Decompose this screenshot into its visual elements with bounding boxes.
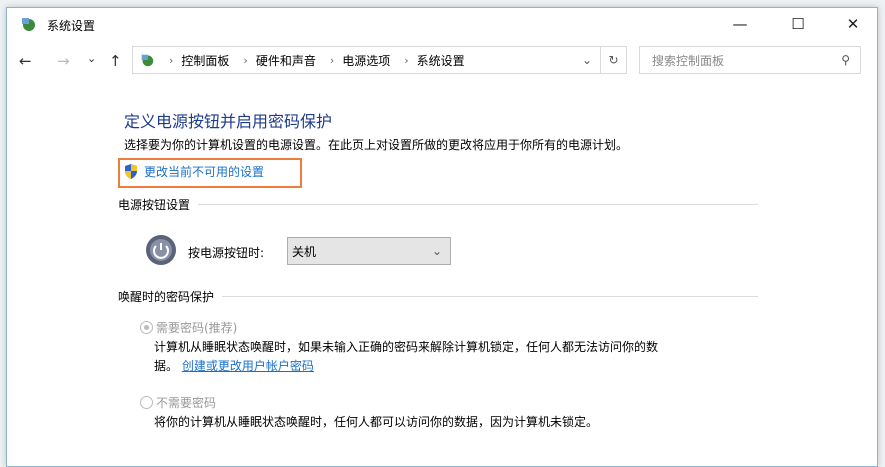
no-password-option[interactable]: 不需要密码 xyxy=(140,394,216,411)
radio-no-password[interactable] xyxy=(140,396,153,409)
up-button[interactable]: ↑ xyxy=(109,52,122,70)
power-icon xyxy=(146,235,176,265)
close-button[interactable]: ✕ xyxy=(830,8,876,40)
recent-locations-button[interactable]: ⌄ xyxy=(87,52,96,65)
forward-button[interactable]: → xyxy=(57,52,70,70)
breadcrumb-control-panel[interactable]: 控制面板 xyxy=(181,52,229,69)
maximize-button[interactable]: ☐ xyxy=(775,8,821,40)
power-button-section: 电源按钮设置 xyxy=(118,196,758,213)
require-password-description: 计算机从睡眠状态唤醒时，如果未输入正确的密码来解除计算机锁定，任何人都无法访问你… xyxy=(154,340,659,354)
control-panel-icon xyxy=(141,54,154,67)
address-bar[interactable]: › 控制面板 › 硬件和声音 › 电源选项 › 系统设置 ⌄ ↻ xyxy=(132,46,627,74)
page-title: 定义电源按钮并启用密码保护 xyxy=(124,112,333,131)
page-description: 选择要为你的计算机设置的电源设置。在此页上对设置所做的更改将应用于你所有的电源计… xyxy=(124,138,629,152)
search-icon[interactable]: ⚲ xyxy=(841,53,850,67)
control-panel-icon xyxy=(22,18,35,31)
section-title: 电源按钮设置 xyxy=(118,198,191,212)
search-placeholder: 搜索控制面板 xyxy=(652,53,725,68)
radio-require-password[interactable] xyxy=(140,321,153,334)
minimize-button[interactable]: — xyxy=(717,8,763,40)
breadcrumb-power-options[interactable]: 电源选项 xyxy=(342,52,390,69)
breadcrumb-hardware-sound[interactable]: 硬件和声音 xyxy=(256,52,316,69)
chevron-down-icon: ⌄ xyxy=(431,244,442,258)
power-button-action-select[interactable]: 关机 ⌄ xyxy=(287,237,451,265)
change-settings-link[interactable]: 更改当前不可用的设置 xyxy=(124,163,264,180)
refresh-button[interactable]: ↻ xyxy=(600,47,626,73)
no-password-description: 将你的计算机从睡眠状态唤醒时，任何人都可以访问你的数据，因为计算机未锁定。 xyxy=(154,415,599,429)
create-change-password-link[interactable]: 创建或更改用户帐户密码 xyxy=(182,359,314,373)
breadcrumb-system-settings[interactable]: 系统设置 xyxy=(417,52,465,69)
power-button-label: 按电源按钮时: xyxy=(188,246,265,260)
section-title: 唤醒时的密码保护 xyxy=(118,290,215,304)
password-section: 唤醒时的密码保护 xyxy=(118,288,758,305)
require-password-description-2: 据。 创建或更改用户帐户密码 xyxy=(154,359,314,373)
require-password-option[interactable]: 需要密码(推荐) xyxy=(140,319,237,336)
uac-shield-icon xyxy=(125,164,137,179)
search-input[interactable]: 搜索控制面板 ⚲ xyxy=(639,46,861,74)
window: 系统设置 — ☐ ✕ ← → ⌄ ↑ › 控制面板 › 硬件和声音 › 电源选项 › 系… xyxy=(6,7,878,467)
address-dropdown-button[interactable]: ⌄ xyxy=(582,53,592,67)
window-title: 系统设置 xyxy=(47,19,96,33)
back-button[interactable]: ← xyxy=(19,52,32,70)
